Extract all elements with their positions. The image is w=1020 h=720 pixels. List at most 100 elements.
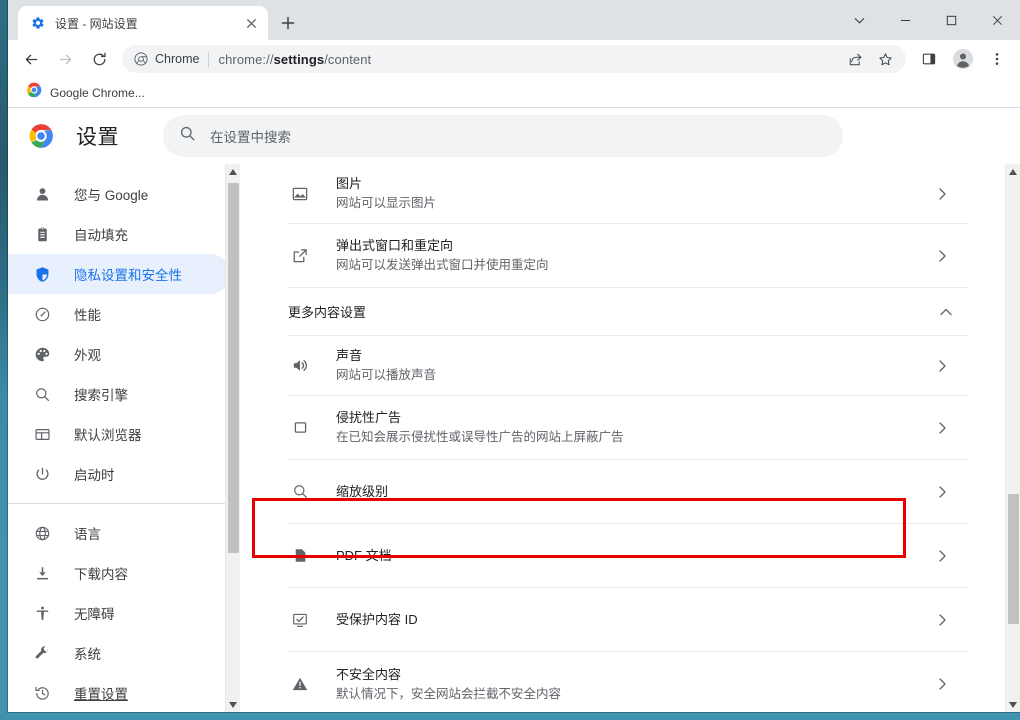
setting-row-text: 图片 网站可以显示图片 [336, 174, 932, 213]
setting-title: 声音 [336, 348, 363, 363]
share-icon[interactable] [842, 46, 868, 72]
setting-row-sound[interactable]: 声音 网站可以播放声音 [288, 336, 968, 396]
star-icon[interactable] [872, 46, 898, 72]
setting-row-text: 不安全内容 默认情况下，安全网站会拦截不安全内容 [336, 665, 932, 704]
sidebar-scrollbar[interactable] [225, 164, 240, 712]
sidebar-item-default-browser[interactable]: 默认浏览器 [8, 414, 230, 454]
reload-icon[interactable] [84, 44, 114, 74]
clipboard-icon [32, 224, 52, 244]
scroll-up-arrow-icon[interactable] [1006, 164, 1020, 179]
chevron-right-icon[interactable] [932, 359, 952, 372]
search-icon [32, 384, 52, 404]
setting-row-insecure-content[interactable]: 不安全内容 默认情况下，安全网站会拦截不安全内容 [288, 652, 968, 712]
sidebar-item-label: 语言 [74, 527, 101, 542]
settings-sidebar: 您与 Google 自动填充 隐私设置和安全性 性能 外观 搜索引擎 默认浏览器… [8, 164, 240, 712]
content-scrollbar-thumb[interactable] [1008, 494, 1019, 624]
tab-strip: 设置 - 网站设置 [8, 0, 1020, 40]
content-inner: 图片 网站可以显示图片 弹出式窗口和重定向 网站可以发送弹出式窗口并使用重定向 … [240, 164, 1020, 712]
sidebar-item-label: 您与 Google [74, 188, 149, 203]
back-icon[interactable] [16, 44, 46, 74]
sidebar-item-appearance[interactable]: 外观 [8, 334, 230, 374]
gear-icon [30, 15, 46, 31]
section-header-more-content-settings[interactable]: 更多内容设置 [288, 288, 968, 336]
setting-row-text: 侵扰性广告 在已知会展示侵扰性或误导性广告的网站上屏蔽广告 [336, 408, 932, 447]
sidebar-item-system[interactable]: 系统 [8, 633, 230, 673]
sidebar-item-label: 启动时 [74, 468, 115, 483]
search-input[interactable]: 在设置中搜索 [210, 126, 291, 146]
page-title: 设置 [76, 125, 119, 149]
setting-subtitle: 在已知会展示侵扰性或误导性广告的网站上屏蔽广告 [336, 430, 624, 444]
site-chip-label: Chrome [155, 52, 200, 66]
sidebar-item-privacy-and-security[interactable]: 隐私设置和安全性 [8, 254, 230, 294]
sidebar-item-languages[interactable]: 语言 [8, 513, 230, 553]
sidebar-item-reset-settings[interactable]: 重置设置 [8, 673, 230, 712]
sidebar-item-accessibility[interactable]: 无障碍 [8, 593, 230, 633]
person-icon [32, 184, 52, 204]
scroll-down-arrow-icon[interactable] [226, 697, 240, 712]
chevron-right-icon[interactable] [932, 678, 952, 690]
sidebar-item-label: 外观 [74, 348, 101, 363]
sidebar-scrollbar-thumb[interactable] [228, 183, 239, 553]
bookmarks-bar: Google Chrome... [8, 78, 1020, 108]
sidebar-item-search-engine[interactable]: 搜索引擎 [8, 374, 230, 414]
three-dot-menu-icon[interactable] [982, 44, 1012, 74]
chevron-right-icon[interactable] [932, 485, 952, 498]
tab-search-icon[interactable] [836, 4, 882, 36]
setting-row-protected-content-id[interactable]: 受保护内容 ID [288, 588, 968, 652]
setting-row-text: 受保护内容 ID [336, 610, 932, 629]
setting-title: 缩放级别 [336, 484, 389, 499]
scroll-up-arrow-icon[interactable] [226, 164, 240, 179]
sidebar-item-label: 系统 [74, 647, 101, 662]
sidebar-divider [8, 503, 230, 504]
sidebar-item-downloads[interactable]: 下载内容 [8, 553, 230, 593]
content-settings-card: 图片 网站可以显示图片 弹出式窗口和重定向 网站可以发送弹出式窗口并使用重定向 … [288, 164, 968, 712]
chevron-right-icon[interactable] [932, 249, 952, 262]
setting-row-intrusive-ads[interactable]: 侵扰性广告 在已知会展示侵扰性或误导性广告的网站上屏蔽广告 [288, 396, 968, 460]
settings-header: 设置 在设置中搜索 [8, 108, 1020, 164]
sidebar-item-autofill[interactable]: 自动填充 [8, 214, 230, 254]
setting-title: PDF 文档 [336, 548, 392, 563]
setting-row-zoom-levels[interactable]: 缩放级别 [288, 460, 968, 524]
chevron-right-icon[interactable] [932, 187, 952, 200]
scroll-down-arrow-icon[interactable] [1006, 697, 1020, 712]
profile-avatar-icon[interactable] [948, 44, 978, 74]
chevron-right-icon[interactable] [932, 421, 952, 434]
setting-row-images[interactable]: 图片 网站可以显示图片 [288, 164, 968, 224]
sidebar-item-label: 隐私设置和安全性 [74, 268, 182, 283]
maximize-button[interactable] [928, 4, 974, 36]
warning-icon [288, 675, 312, 693]
bookmark-label: Google Chrome... [50, 85, 145, 100]
side-panel-icon[interactable] [914, 44, 944, 74]
address-bar[interactable]: Chrome chrome://settings/content [122, 45, 906, 73]
forward-icon[interactable] [50, 44, 80, 74]
volume-icon [288, 356, 312, 375]
settings-search-box[interactable]: 在设置中搜索 [163, 114, 843, 157]
chevron-right-icon[interactable] [932, 613, 952, 626]
accessibility-icon [32, 603, 52, 623]
settings-page: 设置 在设置中搜索 您与 Google 自动填充 隐私设置和安全性 性能 外观 … [8, 108, 1020, 712]
sidebar-item-performance[interactable]: 性能 [8, 294, 230, 334]
sidebar-item-you-and-google[interactable]: 您与 Google [8, 174, 230, 214]
content-scrollbar[interactable] [1005, 164, 1020, 712]
setting-row-text: 声音 网站可以播放声音 [336, 346, 932, 385]
new-tab-button[interactable] [274, 9, 302, 37]
setting-row-pdf-documents[interactable]: PDF PDF 文档 [288, 524, 968, 588]
sidebar-item-on-startup[interactable]: 启动时 [8, 454, 230, 494]
sidebar-item-label: 下载内容 [74, 567, 128, 582]
close-icon[interactable] [242, 14, 260, 32]
minimize-button[interactable] [882, 4, 928, 36]
bookmark-item[interactable]: Google Chrome... [20, 79, 151, 106]
ad-block-icon [288, 419, 312, 436]
chevron-up-icon[interactable] [940, 308, 952, 316]
chevron-right-icon[interactable] [932, 549, 952, 562]
close-button[interactable] [974, 4, 1020, 36]
chrome-logo-icon [28, 123, 54, 149]
speedometer-icon [32, 304, 52, 324]
setting-subtitle: 网站可以显示图片 [336, 196, 437, 210]
setting-subtitle: 默认情况下，安全网站会拦截不安全内容 [336, 686, 562, 701]
setting-subtitle: 网站可以发送弹出式窗口并使用重定向 [336, 258, 549, 272]
setting-row-popups-redirects[interactable]: 弹出式窗口和重定向 网站可以发送弹出式窗口并使用重定向 [288, 224, 968, 288]
chrome-logo-icon [26, 82, 42, 103]
omnibox-actions [840, 46, 900, 72]
browser-tab-active[interactable]: 设置 - 网站设置 [18, 6, 268, 40]
